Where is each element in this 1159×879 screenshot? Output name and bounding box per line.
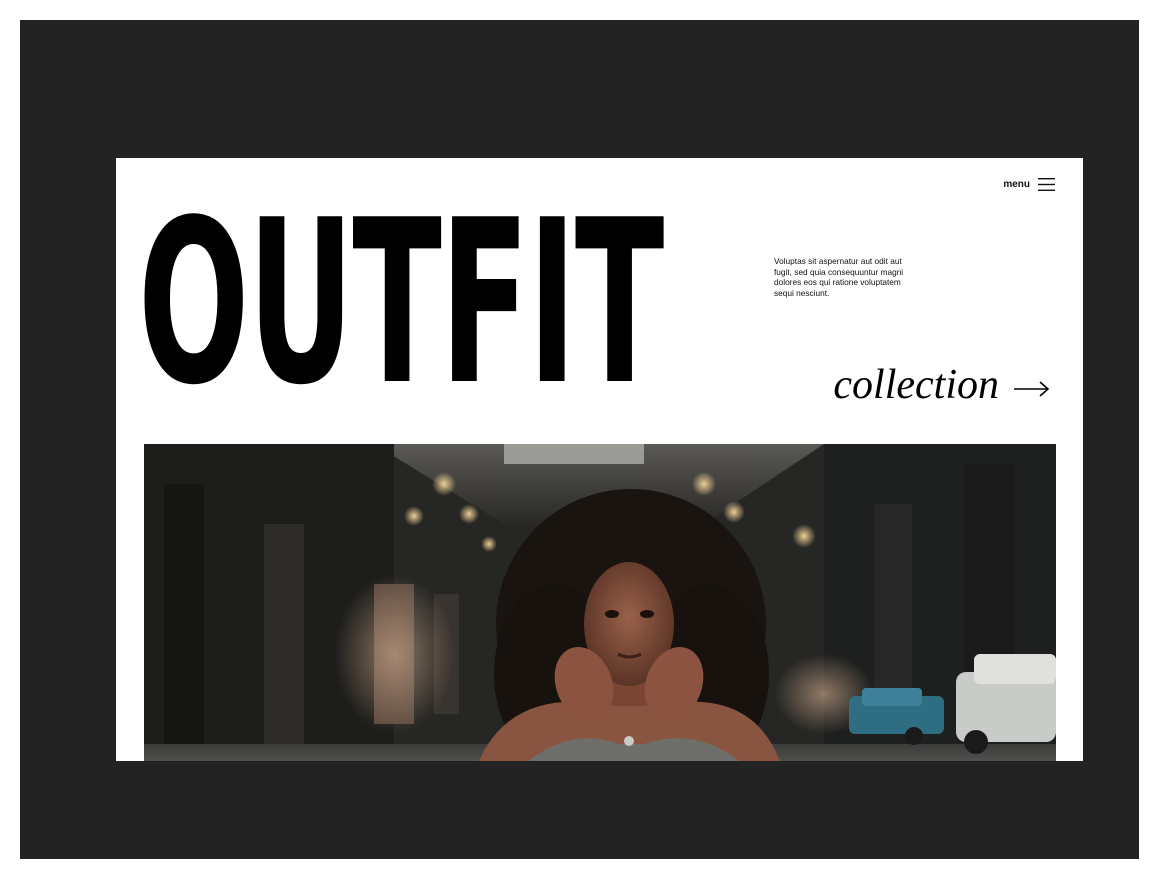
collection-label: collection — [833, 362, 999, 408]
collection-link[interactable]: collection — [833, 364, 1051, 406]
menu-label: menu — [1003, 179, 1030, 190]
hero-photo-illustration — [144, 444, 1056, 761]
intro-text: Voluptas sit aspernatur aut odit aut fug… — [774, 256, 904, 298]
backdrop: menu OUTFIT Voluptas sit aspernatur aut … — [20, 20, 1139, 859]
hero-title: OUTFIT — [138, 172, 664, 435]
menu-button[interactable]: menu — [1003, 178, 1055, 191]
arrow-right-icon — [1014, 381, 1050, 397]
hero-photo — [144, 444, 1056, 761]
hamburger-icon — [1038, 178, 1055, 191]
landing-page: menu OUTFIT Voluptas sit aspernatur aut … — [116, 158, 1083, 761]
